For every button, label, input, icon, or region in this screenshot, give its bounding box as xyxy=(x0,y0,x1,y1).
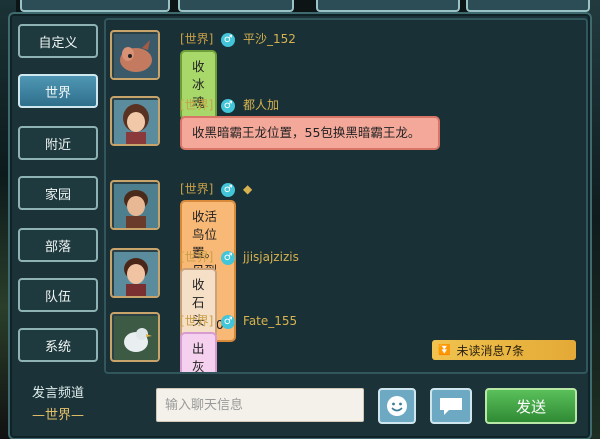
channel-custom-label: 自定义 xyxy=(38,35,78,51)
boar-avatar-icon xyxy=(114,34,158,78)
message-text: 出灰鲭鲨饲料 xyxy=(192,341,205,374)
channel-world-label: 世界 xyxy=(44,85,71,101)
sender-name[interactable]: 平沙_152 xyxy=(243,32,296,46)
send-button-label: 发送 xyxy=(515,397,546,416)
bird-avatar[interactable] xyxy=(110,312,160,362)
channel-tag: [世界] xyxy=(180,314,214,328)
sender-name[interactable]: Fate_155 xyxy=(243,314,297,328)
girl2-avatar[interactable] xyxy=(110,248,160,298)
speech-bubble-icon xyxy=(440,398,462,415)
message-meta: [世界] ♂ ◆ xyxy=(180,180,252,197)
channel-custom[interactable]: 自定义 xyxy=(18,24,98,58)
girl-avatar[interactable] xyxy=(110,96,160,146)
unread-messages-label: 未读消息7条 xyxy=(456,343,525,358)
emoji-button[interactable] xyxy=(378,388,416,424)
chat-input[interactable] xyxy=(156,388,364,422)
chat-input-bar: 发送 xyxy=(108,378,586,434)
double-chevron-down-icon: ⏬ xyxy=(438,344,451,356)
top-tab-1[interactable] xyxy=(20,0,170,12)
male-icon: ♂ xyxy=(221,32,236,47)
message-meta: [世界] ♂ 平沙_152 xyxy=(180,30,296,47)
channel-home-label: 家园 xyxy=(44,187,71,203)
channel-home[interactable]: 家园 xyxy=(18,176,98,210)
channel-tribe[interactable]: 部落 xyxy=(18,228,98,262)
smiley-icon xyxy=(387,396,407,416)
quick-phrase-button[interactable] xyxy=(430,388,472,424)
channel-nearby-label: 附近 xyxy=(44,137,71,153)
message-meta: [世界] ♂ jjisjajzizis xyxy=(180,248,299,265)
speak-channel-label: 发言频道 xyxy=(31,386,84,401)
speak-channel-name: 世界 xyxy=(44,408,71,423)
channel-world[interactable]: 世界 xyxy=(18,74,98,108)
message-meta: [世界] ♂ 都人加 xyxy=(180,96,279,113)
send-button[interactable]: 发送 xyxy=(485,388,577,424)
message-bubble: 出灰鲭鲨饲料 xyxy=(180,332,217,374)
message-meta: [世界] ♂ Fate_155 xyxy=(180,312,297,329)
message-text: 收黑暗霸王龙位置，55包换黑暗霸王龙。 xyxy=(192,125,421,140)
channel-sidebar: 自定义 世界 附近 家园 部落 队伍 系统 xyxy=(12,16,104,428)
sender-name[interactable]: ◆ xyxy=(243,182,252,196)
male-icon: ♂ xyxy=(221,98,236,113)
girl2-avatar-icon xyxy=(114,252,158,296)
male-icon: ♂ xyxy=(221,182,236,197)
channel-tag: [世界] xyxy=(180,182,214,196)
channel-system[interactable]: 系统 xyxy=(18,328,98,362)
channel-system-label: 系统 xyxy=(44,339,71,355)
message-bubble: 收黑暗霸王龙位置，55包换黑暗霸王龙。 xyxy=(180,116,440,150)
channel-team[interactable]: 队伍 xyxy=(18,278,98,312)
channel-team-label: 队伍 xyxy=(44,289,71,305)
channel-tribe-label: 部落 xyxy=(44,239,71,255)
top-tab-3[interactable] xyxy=(316,0,460,12)
sender-name[interactable]: jjisjajzizis xyxy=(243,250,299,264)
boy-avatar[interactable] xyxy=(110,180,160,230)
channel-tag: [世界] xyxy=(180,250,214,264)
girl-avatar-icon xyxy=(114,100,158,144)
male-icon: ♂ xyxy=(221,314,236,329)
unread-messages-banner[interactable]: ⏬ 未读消息7条 xyxy=(432,340,576,360)
sender-name[interactable]: 都人加 xyxy=(243,98,279,112)
boar-avatar[interactable] xyxy=(110,30,160,80)
channel-nearby[interactable]: 附近 xyxy=(18,126,98,160)
chat-log[interactable]: [世界] ♂ 平沙_152 收冰魂 [世界] ♂ 都人加 收黑暗霸王龙位置，55… xyxy=(104,18,588,374)
male-icon: ♂ xyxy=(221,250,236,265)
top-tab-4[interactable] xyxy=(466,0,590,12)
channel-tag: [世界] xyxy=(180,32,214,46)
channel-tag: [世界] xyxy=(180,98,214,112)
bird-avatar-icon xyxy=(114,316,158,360)
speak-channel-value[interactable]: —世界— xyxy=(16,404,100,423)
boy-avatar-icon xyxy=(114,184,158,228)
top-tab-2[interactable] xyxy=(178,0,294,12)
game-screen: 自定义 世界 附近 家园 部落 队伍 系统 发言频道 —世界— [世界] ♂ 平… xyxy=(0,0,600,439)
